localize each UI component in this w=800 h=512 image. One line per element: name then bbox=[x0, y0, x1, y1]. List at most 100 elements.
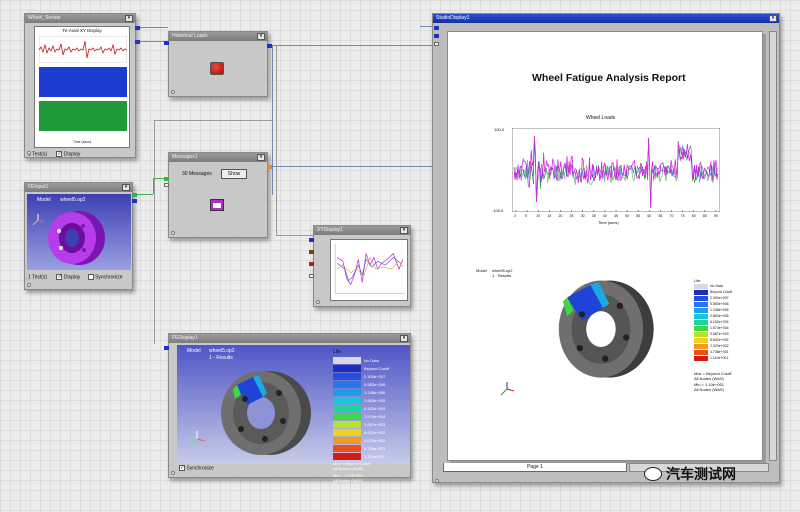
node-handle[interactable] bbox=[171, 90, 175, 94]
input-port[interactable] bbox=[434, 42, 439, 46]
node-messages[interactable]: Messages1 ▾ 30 Messages Show bbox=[164, 152, 272, 238]
report-legend-label: Beyond Cutoff bbox=[710, 290, 733, 294]
x-tick-label: 20 bbox=[558, 214, 563, 218]
node-title-text: FEInput1 bbox=[28, 184, 49, 190]
node-historical-loads[interactable]: Historical Loads ▾ bbox=[164, 31, 272, 97]
legend-row: 5.583e+006 bbox=[333, 380, 409, 388]
sensor-plot-panel: Tri-Axial XY Display Time (secs) bbox=[34, 26, 130, 148]
input-port[interactable] bbox=[434, 34, 439, 38]
input-port[interactable] bbox=[309, 274, 314, 278]
report-legend-swatch bbox=[694, 307, 708, 313]
input-port[interactable] bbox=[434, 26, 439, 30]
x-tick-label: 25 bbox=[569, 214, 574, 218]
x-tick-label: 0 bbox=[514, 214, 516, 218]
window-menu-button[interactable]: ▾ bbox=[122, 184, 130, 191]
x-tick-label: 85 bbox=[702, 214, 707, 218]
report-legend-swatch bbox=[694, 343, 708, 349]
window-menu-button[interactable]: ▾ bbox=[125, 15, 133, 22]
legend-row: 2.300e+007 bbox=[333, 372, 409, 380]
legend-row: 8.632e+002 bbox=[333, 428, 409, 436]
status-row: 1 Test(s) ✓ Display Synchronize bbox=[28, 274, 123, 280]
studio-title-bar[interactable]: StudioDisplay1 ▾ bbox=[433, 14, 779, 23]
node-title-text: XYDisplay1 bbox=[317, 227, 343, 233]
input-port[interactable] bbox=[164, 41, 169, 45]
legend-row: 1.248e+006 bbox=[333, 388, 409, 396]
page-tab[interactable]: Page 1 bbox=[443, 463, 627, 472]
output-port[interactable] bbox=[135, 26, 140, 30]
node-title-text: Wheel_Sensor bbox=[28, 15, 61, 21]
synchronize-label: Synchronize bbox=[95, 274, 123, 281]
display-checkbox[interactable]: ✓ bbox=[56, 274, 63, 280]
node-handle[interactable] bbox=[435, 479, 439, 483]
window-menu-button[interactable]: ▾ bbox=[257, 154, 265, 161]
synchronize-checkbox[interactable] bbox=[87, 274, 94, 280]
window-menu-button[interactable]: ▾ bbox=[400, 227, 408, 234]
node-title[interactable]: Wheel_Sensor ▾ bbox=[25, 14, 135, 23]
report-legend-label: 1.574e+004 bbox=[710, 326, 729, 330]
report-legend-swatch bbox=[694, 283, 708, 289]
node-title[interactable]: XYDisplay1 ▾ bbox=[314, 226, 410, 235]
legend-title: Life bbox=[333, 349, 342, 355]
legend-label: 3.687e+003 bbox=[364, 421, 386, 427]
node-handle[interactable] bbox=[316, 300, 320, 304]
input-port[interactable] bbox=[164, 177, 169, 181]
node-handle[interactable] bbox=[171, 471, 175, 475]
node-title[interactable]: Messages1 ▾ bbox=[169, 153, 267, 162]
report-title: Wheel Fatigue Analysis Report bbox=[532, 72, 686, 84]
window-menu-button[interactable]: ▾ bbox=[400, 335, 408, 342]
watermark-logo-icon bbox=[644, 467, 662, 481]
window-menu-button[interactable]: ▾ bbox=[769, 15, 777, 22]
sensor-trace-blue bbox=[39, 67, 127, 97]
report-legend-label: 6.152e+004 bbox=[710, 320, 729, 324]
output-port[interactable] bbox=[267, 44, 272, 48]
report-legend-swatch bbox=[694, 289, 708, 295]
synchronize-checkbox[interactable]: ✓ bbox=[179, 465, 185, 471]
studio-display-window[interactable]: StudioDisplay1 ▾ Wheel Fatigue Analysis … bbox=[432, 13, 780, 483]
x-tick-label: 65 bbox=[658, 214, 663, 218]
legend-swatch bbox=[333, 444, 361, 452]
show-messages-button[interactable]: Show bbox=[221, 169, 247, 179]
legend-row: 3.687e+003 bbox=[333, 420, 409, 428]
window-menu-button[interactable]: ▾ bbox=[257, 33, 265, 40]
node-fe-input[interactable]: FEInput1 ▾ Model wheel5.op2 1 Test(s) ✓ … bbox=[24, 182, 137, 290]
node-fe-display[interactable]: FEDisplay1 ▾ Model wheel5.op2 1 - Result… bbox=[164, 333, 411, 483]
sensor-trace-red bbox=[39, 36, 127, 63]
node-handle[interactable] bbox=[27, 151, 31, 155]
legend-label: 4.738e+001 bbox=[364, 445, 386, 451]
report-min-note-2: All Nodes (WAS) bbox=[694, 387, 724, 392]
display-checkbox[interactable]: ✓ bbox=[56, 151, 63, 157]
report-legend-rows: No Data Beyond Cutoff 2.300e+007 5.583e+006… bbox=[694, 283, 754, 361]
x-tick-label: 75 bbox=[680, 214, 685, 218]
node-title[interactable]: Historical Loads ▾ bbox=[169, 32, 267, 41]
node-wheel-sensor[interactable]: Wheel_Sensor ▾ Tri-Axial XY Display Time… bbox=[24, 13, 140, 158]
report-legend-swatch bbox=[694, 355, 708, 361]
vertical-scrollbar[interactable] bbox=[769, 31, 777, 461]
input-port[interactable] bbox=[309, 250, 314, 254]
report-legend-swatch bbox=[694, 295, 708, 301]
x-tick-label: 60 bbox=[647, 214, 652, 218]
report-legend-swatch bbox=[694, 301, 708, 307]
output-port[interactable] bbox=[267, 165, 272, 169]
output-port[interactable] bbox=[132, 199, 137, 203]
output-port[interactable] bbox=[135, 40, 140, 44]
report-legend-row: 1.110e+001 bbox=[694, 355, 754, 361]
input-port[interactable] bbox=[309, 238, 314, 242]
report-legend-label: 1.248e+006 bbox=[710, 308, 729, 312]
node-handle[interactable] bbox=[171, 231, 175, 235]
legend-footer-2: All Nodes (WAS) bbox=[333, 466, 363, 471]
input-port[interactable] bbox=[309, 262, 314, 266]
legend-swatch bbox=[333, 428, 361, 436]
legend-swatch bbox=[333, 372, 361, 380]
x-axis-label: Time (secs) bbox=[598, 220, 619, 225]
report-legend: Life No Data Beyond Cutoff 2.300e+007 5.583… bbox=[694, 278, 754, 381]
input-port[interactable] bbox=[164, 346, 169, 350]
node-handle[interactable] bbox=[27, 283, 31, 287]
node-title[interactable]: FEDisplay1 ▾ bbox=[169, 334, 410, 343]
input-port[interactable] bbox=[164, 183, 169, 187]
legend-swatch bbox=[333, 396, 361, 404]
output-port[interactable] bbox=[132, 193, 137, 197]
wheel-model-fatigue bbox=[221, 371, 311, 455]
node-title[interactable]: FEInput1 ▾ bbox=[25, 183, 132, 192]
model-label: Model bbox=[187, 348, 201, 354]
node-xy-display[interactable]: XYDisplay1 ▾ bbox=[309, 225, 411, 307]
